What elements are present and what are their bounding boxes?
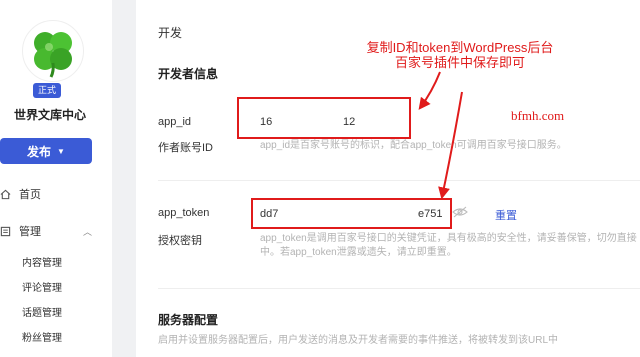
annotation-arrows [418, 71, 463, 200]
arrow-to-app-id [418, 71, 441, 110]
arrow-to-app-token [438, 91, 463, 200]
